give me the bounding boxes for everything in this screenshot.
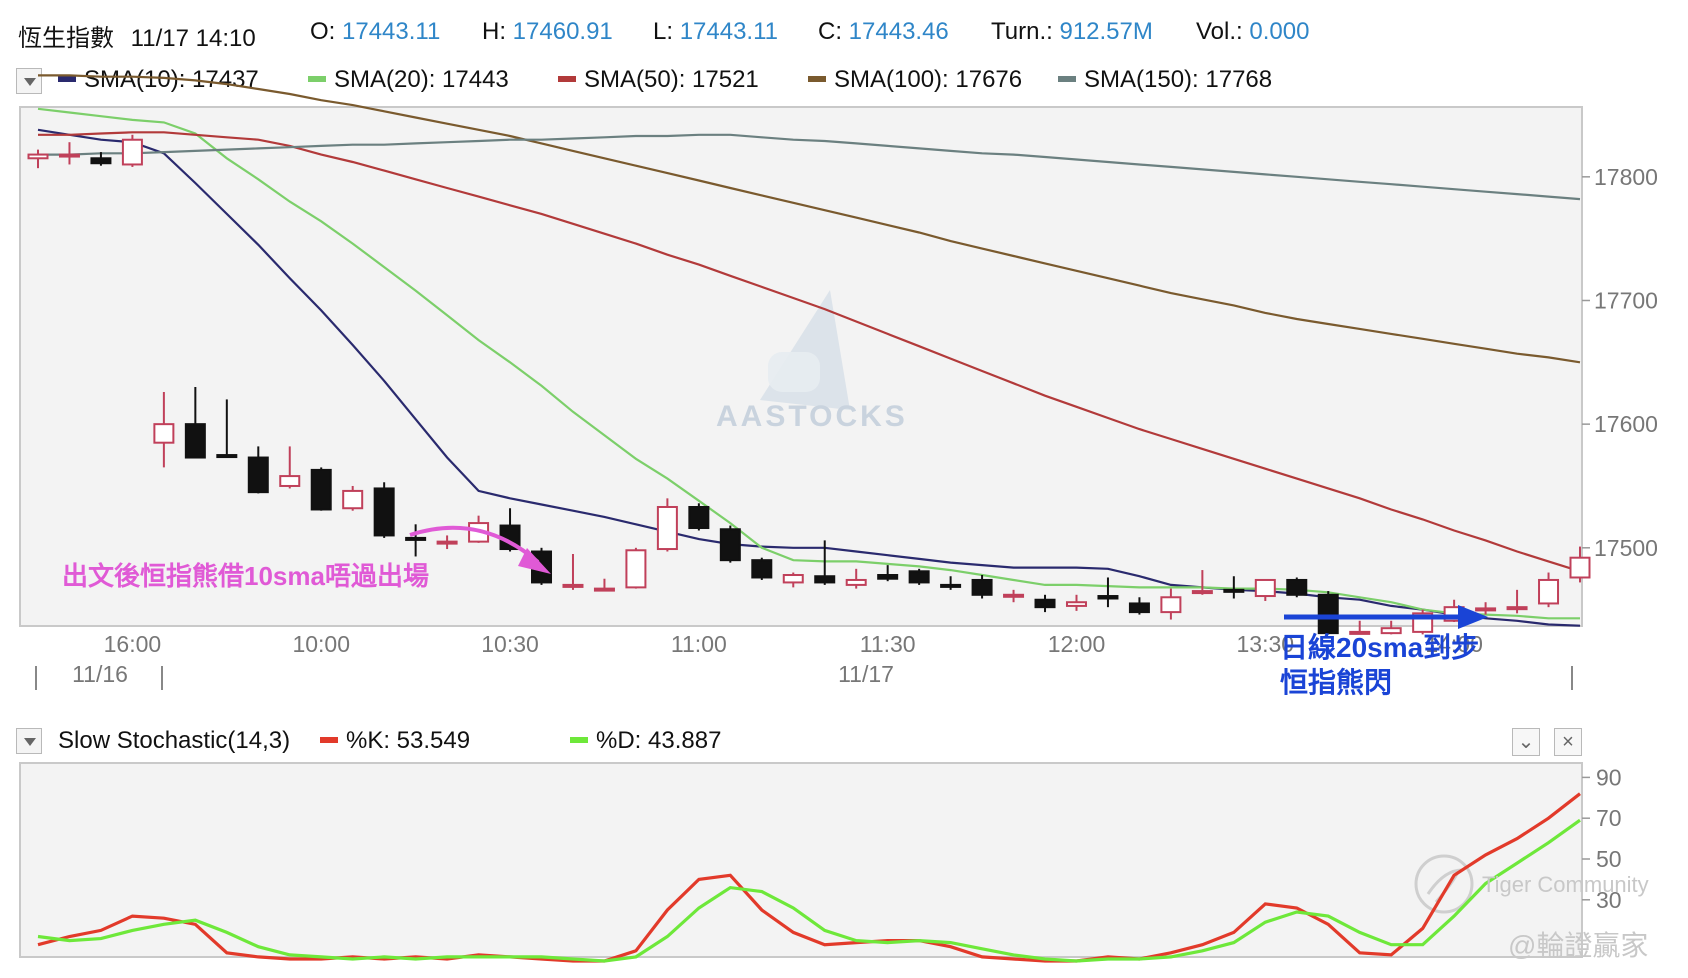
- chart-frame: 17500 17600 17700 17800 16:00 10:00 10:30 11:00…: [19, 106, 1658, 958]
- candle-body: [908, 570, 930, 584]
- candle-body: [1506, 606, 1528, 611]
- candle-body: [1538, 578, 1560, 605]
- date-label: 11/17: [838, 661, 894, 687]
- annotation-blue-line1: 日線20sma到步: [1280, 632, 1480, 663]
- candle-body: [1097, 595, 1119, 600]
- candle-body: [90, 157, 112, 165]
- candle-body: [1254, 578, 1276, 598]
- stoch-y-tick-label: 70: [1596, 805, 1622, 831]
- candle-body: [153, 423, 175, 444]
- annotation-pink: 出文後恒指熊借10sma唔過出場: [62, 561, 429, 591]
- x-tick-label: 11:00: [671, 631, 727, 657]
- candle-body: [782, 574, 804, 584]
- candle-body: [27, 153, 49, 160]
- candle-body: [845, 578, 867, 586]
- candle-body: [1317, 593, 1339, 635]
- candle-body: [814, 575, 836, 584]
- aastocks-watermark-text: AASTOCKS: [716, 400, 908, 433]
- author-watermark-text: @輪證贏家: [1508, 930, 1649, 961]
- annotation-blue-line2: 恒指熊閃: [1280, 667, 1393, 698]
- candle: [121, 134, 143, 167]
- candle: [310, 467, 332, 511]
- price-y-tick-label: 17600: [1594, 411, 1658, 437]
- candle-body: [216, 454, 238, 459]
- candle-body: [688, 505, 710, 530]
- x-tick-label: 11:30: [860, 631, 916, 657]
- x-tick-label: 16:00: [104, 631, 162, 657]
- candle: [625, 547, 647, 589]
- candle: [373, 482, 395, 538]
- candle: [1317, 591, 1339, 635]
- price-y-tick-label: 17500: [1594, 535, 1658, 561]
- candle: [751, 557, 773, 580]
- candle-body: [1160, 596, 1182, 614]
- candle: [908, 568, 930, 585]
- candle-body: [121, 138, 143, 166]
- candle-body: [1569, 556, 1591, 579]
- candle-body: [184, 423, 206, 459]
- candle-body: [58, 153, 80, 158]
- candle-body: [562, 583, 584, 588]
- price-y-tick-label: 17800: [1594, 164, 1658, 190]
- candle-body: [751, 559, 773, 579]
- stoch-y-tick-label: 90: [1596, 764, 1622, 790]
- aastocks-logo-hole: [768, 352, 820, 392]
- candle-body: [656, 505, 678, 551]
- candle-body: [1191, 590, 1213, 595]
- candle-body: [1223, 588, 1245, 593]
- x-tick-label: 12:00: [1048, 631, 1106, 657]
- candle-body: [625, 549, 647, 589]
- price-y-tick-label: 17700: [1594, 287, 1658, 313]
- candle-body: [1286, 578, 1308, 596]
- chart-canvas: 17500 17600 17700 17800 16:00 10:00 10:30 11:00…: [19, 74, 1658, 963]
- candle-body: [373, 487, 395, 537]
- candle-body: [719, 528, 741, 562]
- candle-body: [1034, 598, 1056, 609]
- candle-body: [436, 540, 458, 545]
- candle: [656, 498, 678, 552]
- candle-body: [1475, 607, 1497, 612]
- candle-body: [593, 587, 615, 592]
- candle-body: [971, 578, 993, 596]
- candle-body: [1065, 601, 1087, 607]
- date-label: 11/16: [72, 661, 128, 687]
- candle-body: [405, 536, 427, 541]
- candle-body: [1128, 602, 1150, 614]
- candle-body: [1003, 593, 1025, 598]
- candle-body: [310, 468, 332, 511]
- candle-body: [877, 574, 899, 580]
- x-tick-label: 10:30: [481, 631, 539, 657]
- candle: [688, 503, 710, 531]
- candle-body: [342, 489, 364, 510]
- candle-body: [279, 475, 301, 487]
- candle: [1286, 577, 1308, 598]
- candle: [719, 525, 741, 563]
- tiger-watermark-text: Tiger Community: [1482, 872, 1649, 897]
- stoch-y-tick-label: 50: [1596, 846, 1622, 872]
- x-tick-label: 10:00: [292, 631, 350, 657]
- candle-body: [247, 456, 269, 494]
- candle-body: [940, 583, 962, 588]
